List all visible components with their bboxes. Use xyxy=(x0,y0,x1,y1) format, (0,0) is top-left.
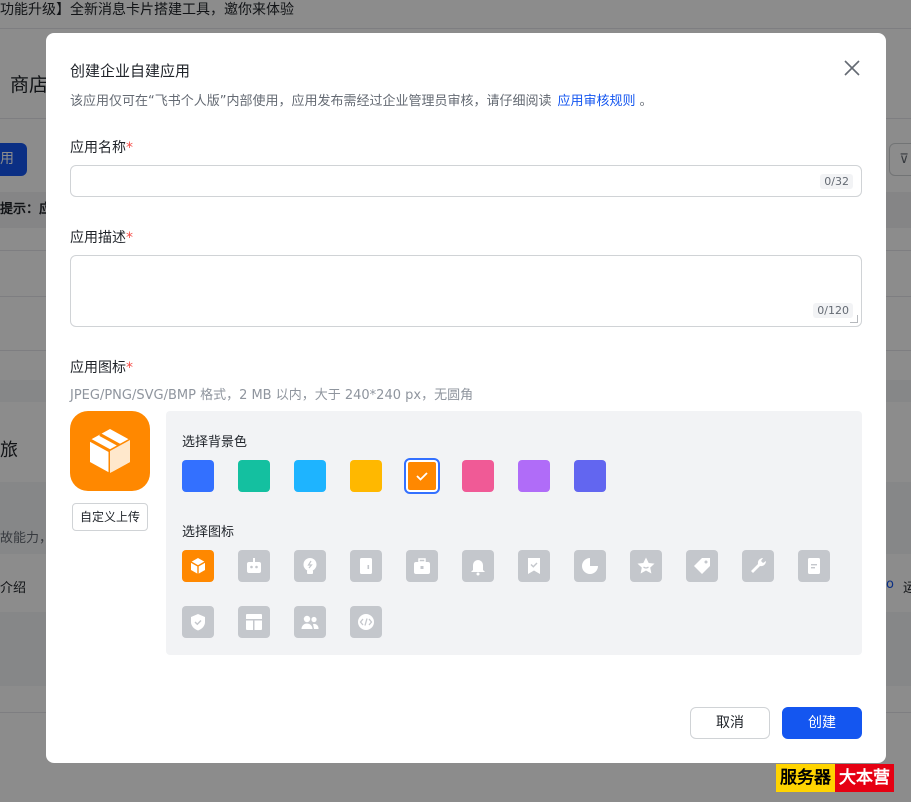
color-swatch[interactable] xyxy=(462,460,494,492)
description-end: 。 xyxy=(639,94,653,109)
dialog-title: 创建企业自建应用 xyxy=(70,62,191,80)
icon-format-hint: JPEG/PNG/SVG/BMP 格式，2 MB 以内，大于 240*240 p… xyxy=(70,388,474,403)
app-name-field[interactable]: 0/32 xyxy=(70,165,862,197)
bulb-icon xyxy=(303,558,317,574)
document-icon xyxy=(808,558,820,574)
color-swatch[interactable] xyxy=(404,458,440,494)
color-swatch[interactable] xyxy=(294,460,326,492)
icon-option[interactable] xyxy=(686,550,718,582)
description-text: 该应用仅可在“飞书个人版”内部使用，应用发布需经过企业管理员审核，请仔细阅读 xyxy=(70,94,552,109)
icon-option[interactable] xyxy=(518,550,550,582)
icon-choice-label: 选择图标 xyxy=(182,525,235,540)
color-swatch[interactable] xyxy=(350,460,382,492)
icon-picker-panel: 选择背景色 选择图标 xyxy=(166,411,862,655)
check-icon xyxy=(416,472,428,481)
create-app-dialog: 创建企业自建应用 该应用仅可在“飞书个人版”内部使用，应用发布需经过企业管理员审… xyxy=(46,33,886,763)
app-name-input[interactable] xyxy=(71,166,861,196)
watermark-part-2: 大本营 xyxy=(835,764,894,792)
bell-icon xyxy=(471,560,485,576)
bookmark-icon xyxy=(528,558,540,574)
icon-option[interactable] xyxy=(182,606,214,638)
shield-icon xyxy=(191,614,205,631)
icon-option[interactable] xyxy=(238,606,270,638)
required-mark: * xyxy=(126,230,133,246)
color-swatch[interactable] xyxy=(574,460,606,492)
bg-color-label: 选择背景色 xyxy=(182,435,248,450)
color-swatch[interactable] xyxy=(238,460,270,492)
tag-icon xyxy=(694,558,710,574)
app-desc-textarea[interactable] xyxy=(71,256,861,326)
required-mark: * xyxy=(126,360,133,376)
color-swatch[interactable] xyxy=(182,460,214,492)
wrench-icon xyxy=(751,557,767,573)
app-icon-label: 应用图标* xyxy=(70,357,133,377)
dialog-description: 该应用仅可在“飞书个人版”内部使用，应用发布需经过企业管理员审核，请仔细阅读 应用… xyxy=(70,90,653,109)
app-desc-label-text: 应用描述 xyxy=(70,230,126,246)
app-icon-label-text: 应用图标 xyxy=(70,360,126,376)
watermark-part-1: 服务器 xyxy=(776,764,835,792)
icon-option[interactable] xyxy=(350,606,382,638)
icon-option[interactable] xyxy=(294,606,326,638)
required-mark: * xyxy=(126,140,133,156)
briefcase-icon xyxy=(414,558,430,574)
app-icon-preview xyxy=(70,411,150,491)
watermark-logo: 服务器 大本营 xyxy=(776,764,894,792)
app-name-label-text: 应用名称 xyxy=(70,140,126,156)
pie-icon xyxy=(582,558,598,574)
icon-option[interactable] xyxy=(406,550,438,582)
color-swatch[interactable] xyxy=(518,460,550,492)
cancel-button[interactable]: 取消 xyxy=(690,707,770,739)
icon-option[interactable] xyxy=(238,550,270,582)
users-icon xyxy=(301,615,319,629)
icon-option[interactable] xyxy=(294,550,326,582)
icon-option[interactable] xyxy=(350,550,382,582)
code-icon xyxy=(358,614,374,630)
cube-icon xyxy=(190,558,206,574)
icon-option[interactable] xyxy=(462,550,494,582)
robot-icon xyxy=(247,558,261,573)
cube-icon xyxy=(89,429,131,473)
name-char-count: 0/32 xyxy=(820,174,853,189)
icon-option[interactable] xyxy=(798,550,830,582)
close-icon[interactable] xyxy=(843,59,861,77)
create-button[interactable]: 创建 xyxy=(782,707,862,739)
icon-option[interactable] xyxy=(574,550,606,582)
app-desc-label: 应用描述* xyxy=(70,227,133,247)
icon-option[interactable] xyxy=(630,550,662,582)
app-name-label: 应用名称* xyxy=(70,137,133,157)
resize-handle[interactable] xyxy=(850,315,858,323)
app-desc-field[interactable]: 0/120 xyxy=(70,255,862,327)
review-rules-link[interactable]: 应用审核规则 xyxy=(557,94,635,109)
desc-char-count: 0/120 xyxy=(813,303,853,318)
star-icon xyxy=(637,557,655,574)
icon-option[interactable] xyxy=(742,550,774,582)
icon-option[interactable] xyxy=(182,550,214,582)
layout-icon xyxy=(246,614,262,630)
custom-upload-button[interactable]: 自定义上传 xyxy=(72,503,148,531)
door-icon xyxy=(360,558,372,574)
